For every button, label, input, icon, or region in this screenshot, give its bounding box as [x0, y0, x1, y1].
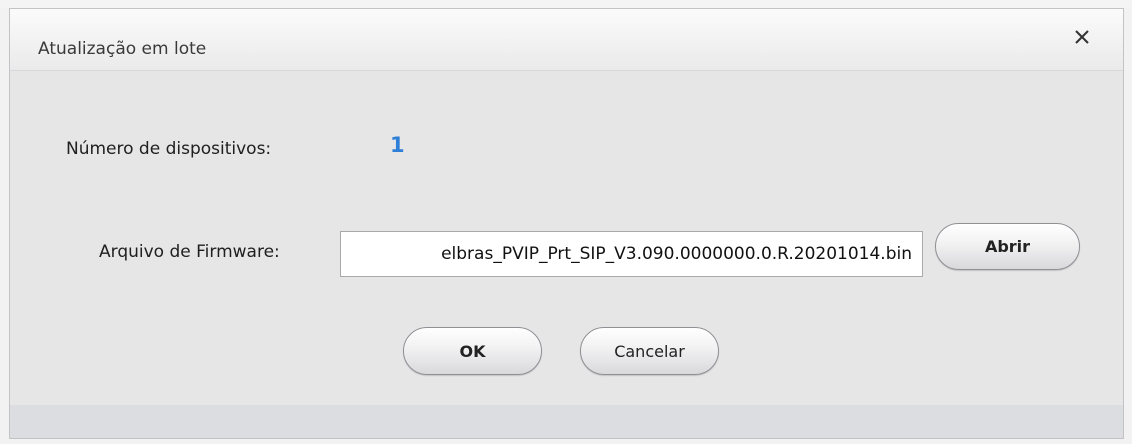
dialog-title: Atualização em lote	[38, 39, 207, 59]
firmware-file-input[interactable]: elbras_PVIP_Prt_SIP_V3.090.0000000.0.R.2…	[340, 231, 923, 277]
device-count-label: Número de dispositivos:	[66, 139, 272, 159]
ok-button[interactable]: OK	[403, 327, 542, 375]
dialog-titlebar: Atualização em lote	[10, 9, 1123, 71]
open-file-button[interactable]: Abrir	[935, 223, 1080, 270]
device-count-value: 1	[390, 133, 405, 157]
firmware-file-label: Arquivo de Firmware:	[99, 242, 280, 262]
dialog-footer	[10, 405, 1123, 438]
batch-update-dialog: Atualização em lote Número de dispositiv…	[9, 8, 1124, 439]
background-strip	[0, 0, 1132, 8]
dialog-body: Número de dispositivos: 1 Arquivo de Fir…	[10, 71, 1123, 405]
cancel-button[interactable]: Cancelar	[580, 327, 719, 375]
close-icon[interactable]	[1072, 27, 1092, 47]
